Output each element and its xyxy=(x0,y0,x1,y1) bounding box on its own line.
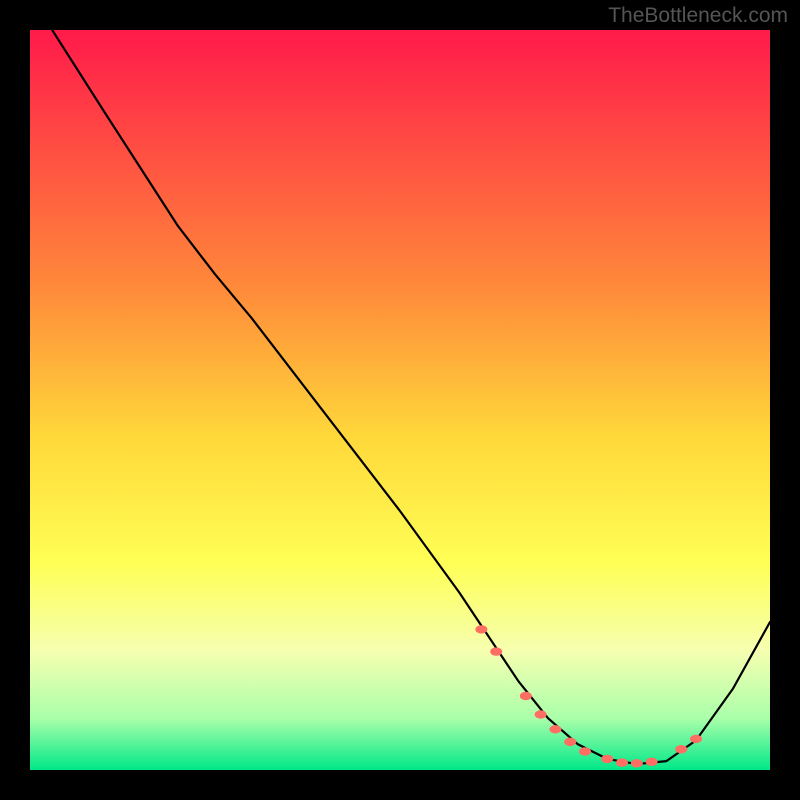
marker-dot xyxy=(475,625,487,633)
gradient-background xyxy=(30,30,770,770)
plot-area xyxy=(30,30,770,770)
marker-dot xyxy=(675,745,687,753)
chart-container: TheBottleneck.com xyxy=(0,0,800,800)
marker-dot xyxy=(579,747,591,755)
marker-dot xyxy=(631,759,643,767)
marker-dot xyxy=(520,692,532,700)
marker-dot xyxy=(690,735,702,743)
marker-dot xyxy=(616,758,628,766)
marker-dot xyxy=(535,710,547,718)
marker-dot xyxy=(646,758,658,766)
watermark-text: TheBottleneck.com xyxy=(608,4,788,28)
marker-dot xyxy=(490,647,502,655)
marker-dot xyxy=(601,755,613,763)
marker-dot xyxy=(564,738,576,746)
chart-svg xyxy=(30,30,770,770)
marker-dot xyxy=(549,725,561,733)
